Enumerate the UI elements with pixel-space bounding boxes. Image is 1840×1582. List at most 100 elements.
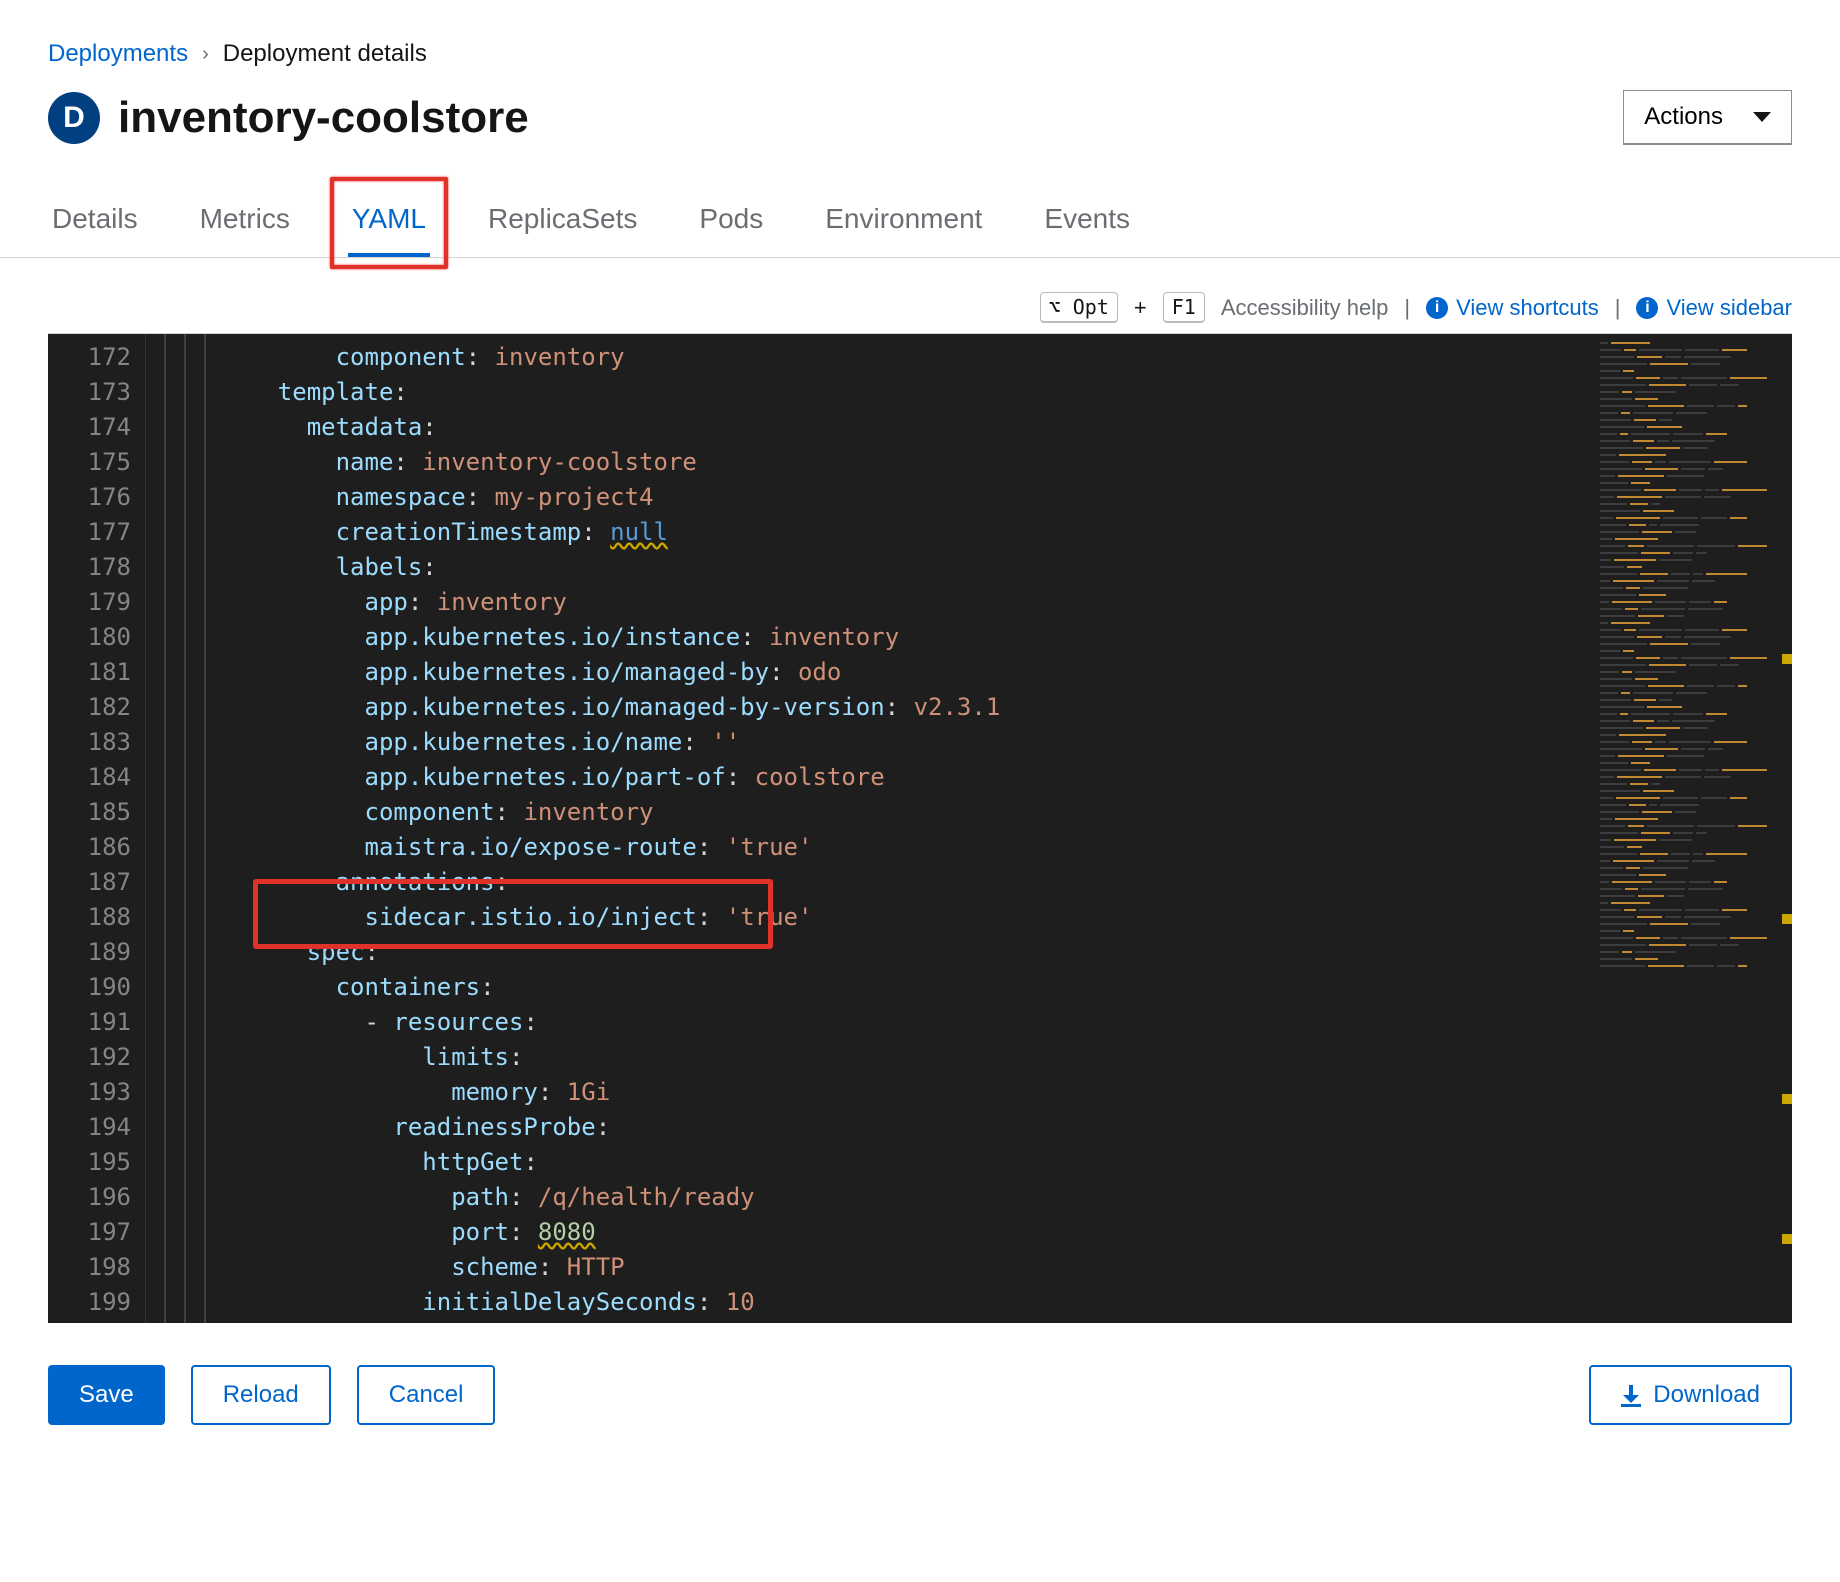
tab-pods[interactable]: Pods	[695, 185, 767, 257]
tab-details[interactable]: Details	[48, 185, 142, 257]
line-number: 195	[48, 1145, 131, 1180]
breadcrumb-root[interactable]: Deployments	[48, 40, 188, 68]
yaml-editor[interactable]: 1721731741751761771781791801811821831841…	[48, 333, 1792, 1323]
info-icon: i	[1426, 297, 1448, 319]
line-number: 200	[48, 1320, 131, 1323]
code-line[interactable]: initialDelaySeconds: 10	[220, 1285, 1592, 1320]
download-icon	[1621, 1385, 1641, 1405]
line-number: 190	[48, 970, 131, 1005]
tab-metrics[interactable]: Metrics	[196, 185, 294, 257]
scroll-marker	[1782, 914, 1792, 924]
line-number-gutter: 1721731741751761771781791801811821831841…	[48, 334, 146, 1323]
actions-dropdown[interactable]: Actions	[1623, 90, 1792, 145]
code-line[interactable]: template:	[220, 375, 1592, 410]
code-line[interactable]: component: inventory	[220, 340, 1592, 375]
code-line[interactable]: readinessProbe:	[220, 1110, 1592, 1145]
footer-actions: Save Reload Cancel Download	[48, 1323, 1792, 1467]
code-line[interactable]: app.kubernetes.io/managed-by: odo	[220, 655, 1592, 690]
code-line[interactable]: limits:	[220, 1040, 1592, 1075]
reload-button[interactable]: Reload	[191, 1365, 331, 1425]
code-line[interactable]: port: 8080	[220, 1215, 1592, 1250]
code-line[interactable]: labels:	[220, 550, 1592, 585]
line-number: 197	[48, 1215, 131, 1250]
code-line[interactable]: name: inventory-coolstore	[220, 445, 1592, 480]
scroll-marker	[1782, 654, 1792, 664]
code-area[interactable]: component: inventory template: metadata:…	[220, 340, 1592, 1323]
code-line[interactable]: app.kubernetes.io/name: ''	[220, 725, 1592, 760]
line-number: 172	[48, 340, 131, 375]
line-number: 177	[48, 515, 131, 550]
chevron-right-icon: ›	[202, 43, 209, 66]
scroll-marker	[1782, 1094, 1792, 1104]
line-number: 181	[48, 655, 131, 690]
minimap[interactable]	[1592, 334, 1792, 1323]
code-line[interactable]: sidecar.istio.io/inject: 'true'	[220, 900, 1592, 935]
cancel-button[interactable]: Cancel	[357, 1365, 496, 1425]
separator: |	[1615, 295, 1621, 321]
line-number: 183	[48, 725, 131, 760]
view-shortcuts-link[interactable]: i View shortcuts	[1426, 295, 1599, 321]
title-row: D inventory-coolstore Actions	[48, 90, 1792, 145]
line-number: 196	[48, 1180, 131, 1215]
download-label: Download	[1653, 1381, 1760, 1409]
page-title: inventory-coolstore	[118, 93, 529, 143]
code-line[interactable]: app: inventory	[220, 585, 1592, 620]
line-number: 185	[48, 795, 131, 830]
breadcrumb-current: Deployment details	[223, 40, 427, 68]
line-number: 192	[48, 1040, 131, 1075]
title-left: D inventory-coolstore	[48, 92, 529, 144]
actions-label: Actions	[1644, 103, 1723, 131]
code-line[interactable]: timeoutSeconds: 1	[220, 1320, 1592, 1323]
line-number: 180	[48, 620, 131, 655]
line-number: 193	[48, 1075, 131, 1110]
tab-environment[interactable]: Environment	[821, 185, 986, 257]
line-number: 173	[48, 375, 131, 410]
code-line[interactable]: path: /q/health/ready	[220, 1180, 1592, 1215]
line-number: 174	[48, 410, 131, 445]
line-number: 187	[48, 865, 131, 900]
breadcrumb: Deployments › Deployment details	[48, 40, 1792, 68]
code-line[interactable]: spec:	[220, 935, 1592, 970]
line-number: 191	[48, 1005, 131, 1040]
line-number: 179	[48, 585, 131, 620]
info-icon: i	[1636, 297, 1658, 319]
code-line[interactable]: scheme: HTTP	[220, 1250, 1592, 1285]
code-line[interactable]: httpGet:	[220, 1145, 1592, 1180]
code-line[interactable]: namespace: my-project4	[220, 480, 1592, 515]
save-button[interactable]: Save	[48, 1365, 165, 1425]
highlight-annotation	[330, 177, 448, 269]
code-line[interactable]: metadata:	[220, 410, 1592, 445]
line-number: 194	[48, 1110, 131, 1145]
view-sidebar-link[interactable]: i View sidebar	[1636, 295, 1792, 321]
code-line[interactable]: maistra.io/expose-route: 'true'	[220, 830, 1592, 865]
line-number: 178	[48, 550, 131, 585]
download-button[interactable]: Download	[1589, 1365, 1792, 1425]
line-number: 186	[48, 830, 131, 865]
code-line[interactable]: annotations:	[220, 865, 1592, 900]
line-number: 199	[48, 1285, 131, 1320]
tab-replicasets[interactable]: ReplicaSets	[484, 185, 641, 257]
resource-badge-icon: D	[48, 92, 100, 144]
code-line[interactable]: containers:	[220, 970, 1592, 1005]
code-line[interactable]: creationTimestamp: null	[220, 515, 1592, 550]
view-shortcuts-label: View shortcuts	[1456, 295, 1599, 321]
line-number: 198	[48, 1250, 131, 1285]
line-number: 189	[48, 935, 131, 970]
code-line[interactable]: memory: 1Gi	[220, 1075, 1592, 1110]
view-sidebar-label: View sidebar	[1666, 295, 1792, 321]
plus-text: +	[1134, 295, 1147, 321]
code-line[interactable]: app.kubernetes.io/managed-by-version: v2…	[220, 690, 1592, 725]
scroll-marker	[1782, 1234, 1792, 1244]
line-number: 184	[48, 760, 131, 795]
line-number: 175	[48, 445, 131, 480]
code-line[interactable]: app.kubernetes.io/instance: inventory	[220, 620, 1592, 655]
code-line[interactable]: app.kubernetes.io/part-of: coolstore	[220, 760, 1592, 795]
line-number: 176	[48, 480, 131, 515]
chevron-down-icon	[1753, 112, 1771, 122]
kbd-f1: F1	[1163, 292, 1205, 323]
line-number: 182	[48, 690, 131, 725]
code-line[interactable]: component: inventory	[220, 795, 1592, 830]
tab-events[interactable]: Events	[1040, 185, 1134, 257]
code-line[interactable]: - resources:	[220, 1005, 1592, 1040]
editor-helper-bar: ⌥ Opt + F1 Accessibility help | i View s…	[48, 258, 1792, 333]
